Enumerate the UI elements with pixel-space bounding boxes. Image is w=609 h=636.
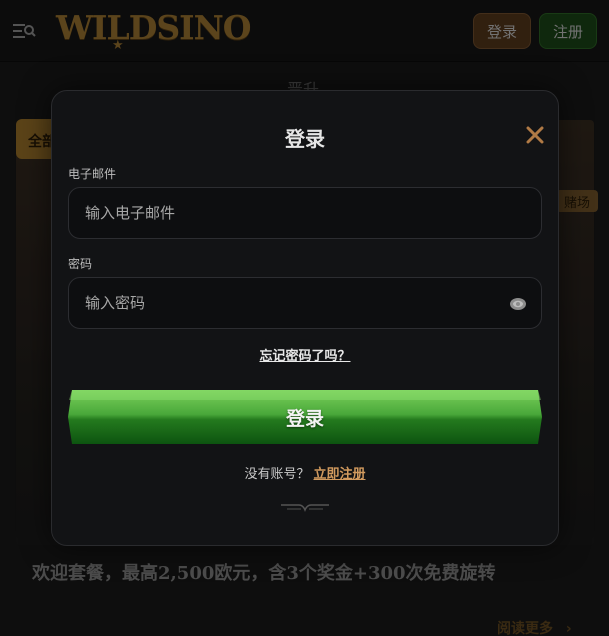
register-now-link[interactable]: 立即注册 <box>314 467 366 482</box>
register-prompt: 没有账号？ 立即注册 <box>52 463 558 482</box>
password-field-wrapper <box>68 277 542 329</box>
login-modal: 登录 电子邮件 密码 忘记密码了吗？ <box>51 90 559 546</box>
email-field[interactable] <box>69 188 541 238</box>
modal-title: 登录 <box>285 127 325 151</box>
password-field[interactable] <box>69 278 541 328</box>
close-icon[interactable] <box>524 124 546 146</box>
divider-ornament-icon <box>281 504 329 513</box>
login-submit-button[interactable]: 登录 <box>68 388 542 446</box>
eye-icon[interactable] <box>509 296 527 312</box>
email-field-wrapper <box>68 187 542 239</box>
email-label: 电子邮件 <box>68 167 117 181</box>
login-button-label: 登录 <box>285 407 324 430</box>
forgot-password-link[interactable]: 忘记密码了吗？ <box>52 345 558 364</box>
password-label: 密码 <box>68 257 93 271</box>
no-account-text: 没有账号？ <box>244 467 310 482</box>
